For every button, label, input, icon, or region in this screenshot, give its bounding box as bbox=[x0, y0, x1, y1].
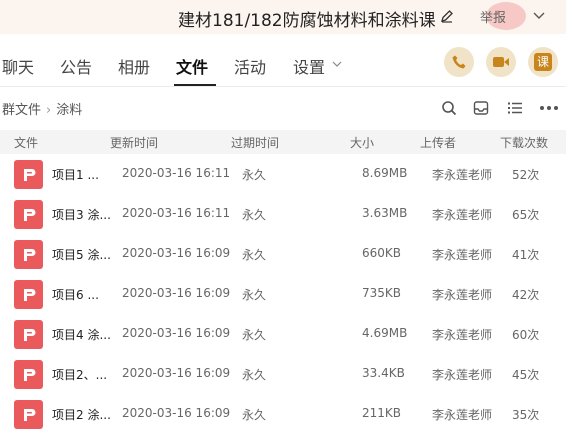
breadcrumb-current: 涂料 bbox=[56, 103, 83, 118]
breadcrumb: 群文件 › 涂料 bbox=[2, 99, 82, 118]
course-button[interactable]: 课 bbox=[528, 47, 558, 77]
file-size: 33.4KB bbox=[362, 366, 405, 380]
file-uploader: 李永莲老师 bbox=[432, 168, 493, 182]
ppt-file-icon bbox=[14, 400, 43, 429]
file-downloads: 65次 bbox=[512, 208, 540, 222]
file-expires: 永久 bbox=[242, 288, 267, 302]
header-updated[interactable]: 更新时间 bbox=[110, 134, 158, 151]
file-name[interactable]: 项目1 ... bbox=[52, 166, 112, 183]
chevron-down-icon[interactable] bbox=[331, 58, 343, 70]
ppt-file-icon bbox=[14, 280, 43, 309]
file-uploader: 李永莲老师 bbox=[432, 288, 493, 302]
file-expires: 永久 bbox=[242, 168, 267, 182]
file-size: 4.69MB bbox=[362, 326, 408, 340]
file-uploader: 李永莲老师 bbox=[432, 208, 493, 222]
tab-announcements[interactable]: 公告 bbox=[60, 54, 92, 78]
course-badge: 课 bbox=[534, 53, 552, 71]
divider bbox=[0, 86, 566, 87]
edit-icon[interactable] bbox=[440, 9, 454, 23]
file-size: 8.69MB bbox=[362, 166, 408, 180]
file-expires: 永久 bbox=[242, 328, 267, 342]
file-updated: 2020-03-16 16:09 bbox=[122, 326, 231, 340]
call-button[interactable] bbox=[444, 47, 474, 77]
tab-chat[interactable]: 聊天 bbox=[2, 54, 34, 78]
ppt-file-icon bbox=[14, 360, 43, 389]
breadcrumb-root[interactable]: 群文件 bbox=[2, 103, 41, 118]
file-updated: 2020-03-16 16:09 bbox=[122, 366, 231, 380]
more-icon[interactable] bbox=[539, 100, 559, 116]
table-row[interactable]: 项目3 涂... 2020-03-16 16:11 永久 3.63MB 李永莲老… bbox=[0, 195, 566, 235]
tab-bar: 聊天 公告 相册 文件 活动 设置 课 bbox=[0, 40, 566, 88]
table-row[interactable]: 项目6 ... 2020-03-16 16:09 永久 735KB 李永莲老师 … bbox=[0, 275, 566, 315]
file-size: 735KB bbox=[362, 286, 402, 300]
file-downloads: 35次 bbox=[512, 408, 540, 422]
file-expires: 永久 bbox=[242, 368, 267, 382]
file-downloads: 41次 bbox=[512, 248, 540, 262]
file-expires: 永久 bbox=[242, 408, 267, 422]
file-name[interactable]: 项目5 涂... bbox=[52, 246, 112, 263]
file-name[interactable]: 项目3 涂... bbox=[52, 206, 112, 223]
group-title: 建材181/182防腐蚀材料和涂料课 bbox=[178, 11, 436, 31]
file-uploader: 李永莲老师 bbox=[432, 328, 493, 342]
table-header: 文件 更新时间 过期时间 大小 上传者 下载次数 bbox=[0, 130, 566, 154]
header-downloads[interactable]: 下载次数 bbox=[500, 134, 548, 151]
header-expires[interactable]: 过期时间 bbox=[231, 134, 279, 151]
file-downloads: 42次 bbox=[512, 288, 540, 302]
file-size: 3.63MB bbox=[362, 206, 408, 220]
title-bar: 建材181/182防腐蚀材料和涂料课 举报 bbox=[0, 0, 566, 34]
file-name[interactable]: 项目2、... bbox=[52, 366, 112, 383]
file-downloads: 60次 bbox=[512, 328, 540, 342]
file-name[interactable]: 项目2 涂... bbox=[52, 406, 112, 423]
file-expires: 永久 bbox=[242, 208, 267, 222]
file-uploader: 李永莲老师 bbox=[432, 368, 493, 382]
header-file[interactable]: 文件 bbox=[14, 134, 38, 151]
ppt-file-icon bbox=[14, 160, 43, 189]
file-size: 211KB bbox=[362, 406, 402, 420]
table-row[interactable]: 项目2 涂... 2020-03-16 16:09 永久 211KB 李永莲老师… bbox=[0, 395, 566, 435]
ppt-file-icon bbox=[14, 200, 43, 229]
table-row[interactable]: 项目2、... 2020-03-16 16:09 永久 33.4KB 李永莲老师… bbox=[0, 355, 566, 395]
file-uploader: 李永莲老师 bbox=[432, 248, 493, 262]
ppt-file-icon bbox=[14, 240, 43, 269]
chevron-down-icon[interactable] bbox=[532, 9, 546, 23]
tab-settings[interactable]: 设置 bbox=[293, 54, 325, 78]
table-row[interactable]: 项目4 涂... 2020-03-16 16:09 永久 4.69MB 李永莲老… bbox=[0, 315, 566, 355]
file-updated: 2020-03-16 16:11 bbox=[122, 166, 231, 180]
table-row[interactable]: 项目1 ... 2020-03-16 16:11 永久 8.69MB 李永莲老师… bbox=[0, 155, 566, 195]
file-name[interactable]: 项目6 ... bbox=[52, 286, 112, 303]
list-view-icon[interactable] bbox=[507, 100, 523, 116]
file-updated: 2020-03-16 16:11 bbox=[122, 206, 231, 220]
file-size: 660KB bbox=[362, 246, 402, 260]
video-call-button[interactable] bbox=[486, 47, 516, 77]
file-updated: 2020-03-16 16:09 bbox=[122, 406, 231, 420]
file-uploader: 李永莲老师 bbox=[432, 408, 493, 422]
tab-activities[interactable]: 活动 bbox=[234, 54, 266, 78]
tab-files[interactable]: 文件 bbox=[176, 54, 208, 78]
file-updated: 2020-03-16 16:09 bbox=[122, 286, 231, 300]
report-link[interactable]: 举报 bbox=[480, 7, 506, 26]
inbox-icon[interactable] bbox=[473, 100, 489, 116]
file-downloads: 45次 bbox=[512, 368, 540, 382]
table-row[interactable]: 项目5 涂... 2020-03-16 16:09 永久 660KB 李永莲老师… bbox=[0, 235, 566, 275]
file-expires: 永久 bbox=[242, 248, 267, 262]
chevron-right-icon: › bbox=[46, 103, 52, 118]
video-icon bbox=[493, 57, 509, 67]
search-icon[interactable] bbox=[441, 100, 457, 116]
file-name[interactable]: 项目4 涂... bbox=[52, 326, 112, 343]
header-size[interactable]: 大小 bbox=[350, 134, 374, 151]
file-updated: 2020-03-16 16:09 bbox=[122, 246, 231, 260]
header-uploader[interactable]: 上传者 bbox=[420, 134, 456, 151]
file-downloads: 52次 bbox=[512, 168, 540, 182]
tab-album[interactable]: 相册 bbox=[118, 54, 150, 78]
phone-icon bbox=[452, 55, 466, 69]
ppt-file-icon bbox=[14, 320, 43, 349]
